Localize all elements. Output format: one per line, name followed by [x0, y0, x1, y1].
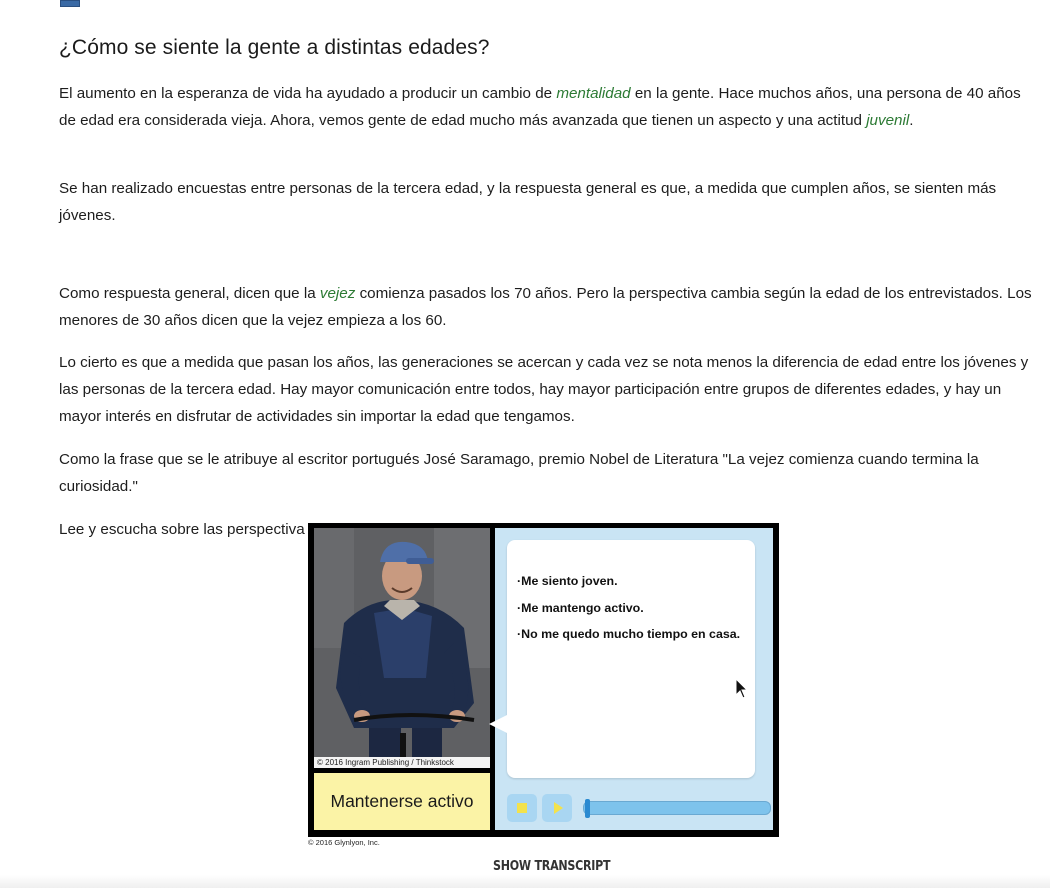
- paragraph-1: El aumento en la esperanza de vida ha ay…: [59, 80, 1034, 134]
- paragraph-5: Como la frase que se le atribuye al escr…: [59, 451, 979, 495]
- paragraph-1-text-a: El aumento en la esperanza de vida ha ay…: [59, 85, 557, 102]
- bullet-list: ·Me siento joven. ·Me mantengo activo. ·…: [517, 568, 747, 648]
- stop-icon: [517, 803, 527, 813]
- stop-button[interactable]: [507, 794, 537, 822]
- vocab-link-juvenil[interactable]: juvenil: [866, 112, 909, 129]
- photo-man-on-bicycle: © 2016 Ingram Publishing / Thinkstock: [314, 528, 490, 768]
- paragraph-3: Como respuesta general, dicen que la vej…: [59, 280, 1034, 334]
- bullet-item: ·Me siento joven.: [517, 574, 618, 588]
- audio-progress-bar[interactable]: [583, 799, 771, 818]
- vocab-link-vejez[interactable]: vejez: [320, 285, 355, 302]
- speech-panel: ·Me siento joven. ·Me mantengo activo. ·…: [489, 528, 773, 830]
- bullet-item: ·Me mantengo activo.: [517, 600, 644, 615]
- play-icon: [553, 802, 563, 814]
- show-transcript-button[interactable]: SHOW TRANSCRIPT: [493, 858, 611, 874]
- speech-bubble-tail: [489, 714, 509, 734]
- play-button[interactable]: [542, 794, 572, 822]
- bullet-item: ·No me quedo mucho tiempo en casa.: [517, 627, 741, 641]
- man-on-bicycle-illustration: [314, 528, 490, 768]
- bottom-strip: [0, 875, 1050, 888]
- vocab-word-box: Mantenerse activo: [314, 773, 490, 830]
- widget-copyright: © 2016 Glynlyon, Inc.: [308, 838, 380, 847]
- vocab-link-mentalidad[interactable]: mentalidad: [556, 85, 630, 102]
- article-heading: ¿Cómo se siente la gente a distintas eda…: [59, 36, 490, 59]
- mouse-cursor-icon: [735, 678, 749, 699]
- paragraph-3-text-a: Como respuesta general, dicen que la: [59, 285, 320, 302]
- photo-credit: © 2016 Ingram Publishing / Thinkstock: [314, 757, 490, 768]
- paragraph-2: Se han realizado encuestas entre persona…: [59, 180, 997, 224]
- paragraph-4: Lo cierto es que a medida que pasan los …: [59, 354, 1029, 425]
- audio-slide-widget: © 2016 Ingram Publishing / Thinkstock Ma…: [308, 523, 779, 837]
- article-content: ¿Cómo se siente la gente a distintas eda…: [59, 36, 1034, 538]
- progress-handle[interactable]: [585, 799, 590, 818]
- speech-bubble: ·Me siento joven. ·Me mantengo activo. ·…: [489, 540, 755, 778]
- top-blue-square: [60, 0, 80, 7]
- audio-controls: [507, 794, 771, 824]
- paragraph-1-text-c: .: [909, 112, 914, 129]
